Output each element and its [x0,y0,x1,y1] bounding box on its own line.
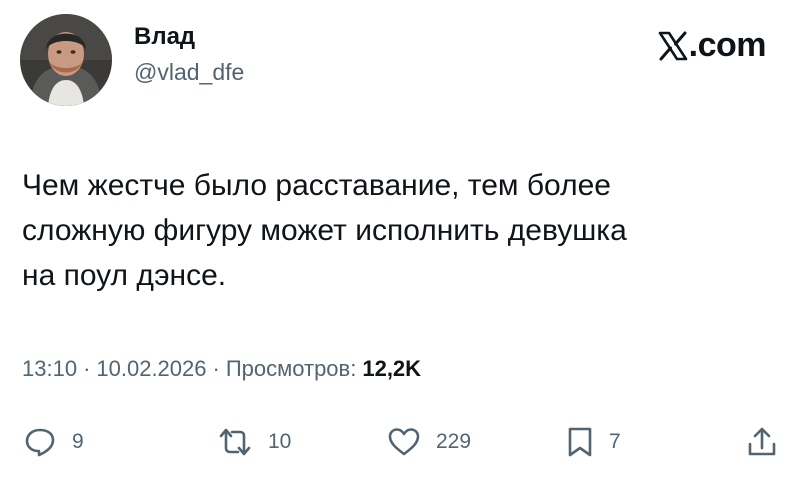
brand-watermark: .com [658,26,767,65]
avatar[interactable] [20,14,112,106]
reply-button[interactable]: 9 [22,420,84,464]
x-logo-icon [658,31,687,60]
tweet-date[interactable]: 10.02.2026 [96,356,206,382]
repost-button[interactable]: 10 [216,420,291,464]
like-count: 229 [436,430,472,453]
bookmark-count: 7 [609,430,621,453]
views-count: 12,2K [362,356,422,381]
user-avatar-icon [20,14,112,106]
meta-separator: · [212,356,220,381]
heart-icon [388,428,420,456]
author-names: Влад @vlad_dfe [134,23,244,87]
tweet-text: Чем жестче было расставание, тем более с… [22,169,627,292]
tweet-meta: 13:10 · 10.02.2026 · Просмотров: 12,2K [22,356,421,382]
brand-domain: .com [688,26,767,64]
reply-count: 9 [72,430,84,453]
display-name[interactable]: Влад [134,23,244,51]
repost-icon [219,428,251,456]
share-button[interactable] [744,420,780,464]
share-icon [748,427,776,456]
tweet-actions: 9 10 229 7 [0,420,800,464]
bookmark-icon [568,427,592,457]
meta-separator: · [83,356,91,381]
views-label: Просмотров: [225,356,357,381]
tweet-card: Влад @vlad_dfe .com Чем жестче было расс… [0,0,800,478]
tweet-header: Влад @vlad_dfe [20,14,244,106]
tweet-time[interactable]: 13:10 [22,356,77,382]
reply-icon [25,428,55,457]
like-button[interactable]: 229 [386,420,471,464]
user-handle[interactable]: @vlad_dfe [134,57,244,87]
bookmark-button[interactable]: 7 [565,420,621,464]
repost-count: 10 [268,430,292,453]
